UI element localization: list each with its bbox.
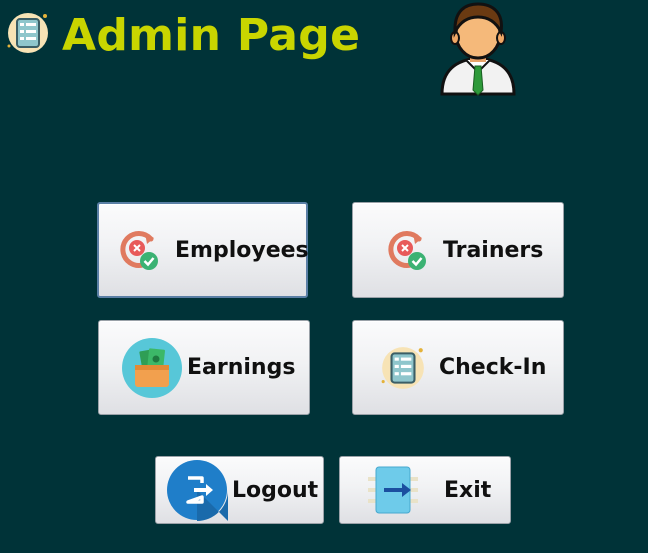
logout-button[interactable]: Logout — [155, 456, 324, 524]
logout-icon — [167, 460, 228, 521]
exit-label: Exit — [444, 477, 492, 503]
checklist-icon — [381, 346, 424, 389]
page-title: Admin Page — [62, 10, 361, 61]
employees-label: Employees — [175, 237, 309, 263]
earnings-button[interactable]: Earnings — [98, 320, 310, 415]
earnings-label: Earnings — [187, 355, 296, 380]
checkin-button[interactable]: Check-In — [352, 320, 564, 415]
refresh-check-icon — [120, 230, 158, 270]
checkin-label: Check-In — [439, 355, 547, 380]
user-avatar-icon — [440, 2, 516, 96]
employees-button[interactable]: Employees — [97, 202, 309, 298]
exit-door-icon — [368, 466, 418, 514]
exit-button[interactable]: Exit — [339, 456, 511, 524]
wallet-money-icon — [122, 337, 182, 398]
refresh-check-icon — [388, 230, 426, 270]
trainers-button[interactable]: Trainers — [352, 202, 564, 298]
checklist-icon — [7, 13, 48, 53]
trainers-label: Trainers — [443, 237, 544, 263]
logout-label: Logout — [232, 477, 319, 503]
